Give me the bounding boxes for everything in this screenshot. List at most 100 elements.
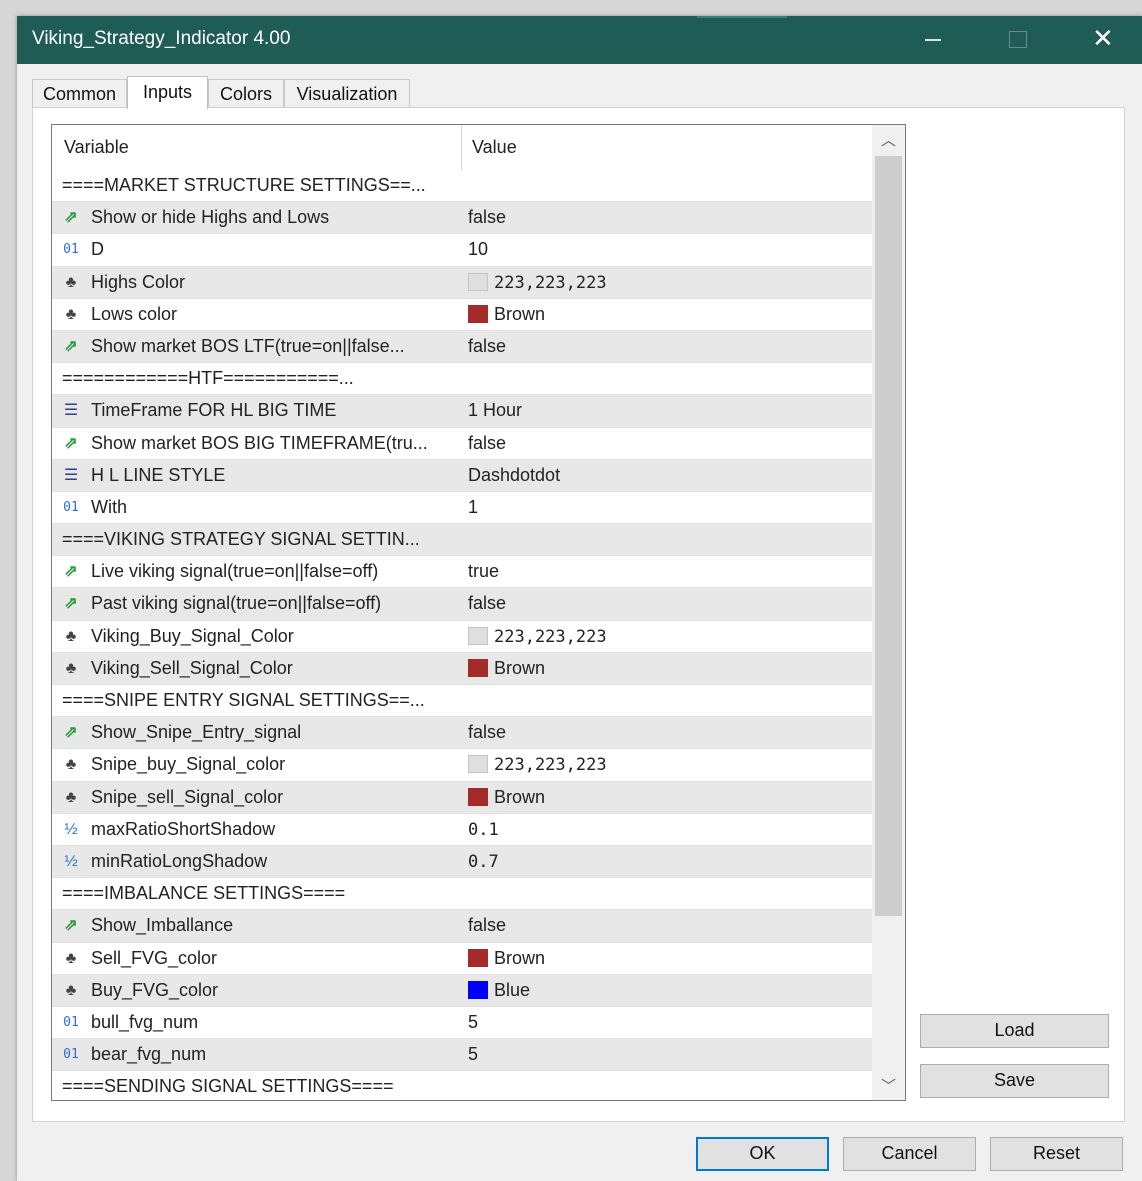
- variable-value[interactable]: false: [468, 207, 506, 228]
- variable-name: TimeFrame FOR HL BIG TIME: [91, 400, 337, 421]
- input-row[interactable]: ☰ H L LINE STYLE Dashdotdot: [52, 459, 872, 492]
- input-row[interactable]: ⇗ Show or hide Highs and Lows false: [52, 202, 872, 235]
- value-column-header[interactable]: Value: [472, 137, 517, 158]
- variable-value[interactable]: false: [468, 433, 506, 454]
- color-swatch: [468, 272, 488, 291]
- input-row[interactable]: ♣ Buy_FVG_color Blue: [52, 974, 872, 1007]
- variable-value[interactable]: false: [468, 593, 506, 614]
- variable-name: Buy_FVG_color: [91, 979, 219, 1000]
- value-text: 223,223,223: [494, 755, 607, 776]
- variable-value[interactable]: 5: [468, 1012, 478, 1033]
- input-row[interactable]: 01 D 10: [52, 234, 872, 267]
- ok-button[interactable]: OK: [696, 1137, 829, 1171]
- tab-visualization[interactable]: Visualization: [284, 79, 410, 108]
- scroll-down-icon[interactable]: ﹀: [881, 1075, 896, 1096]
- variable-value[interactable]: 223,223,223: [468, 755, 607, 775]
- reset-button[interactable]: Reset: [990, 1137, 1123, 1171]
- value-text: 223,223,223: [494, 626, 607, 647]
- integer-icon: 01: [63, 242, 79, 258]
- input-row[interactable]: ♣ Viking_Buy_Signal_Color 223,223,223: [52, 620, 872, 653]
- color-palette-icon: ♣: [65, 756, 77, 774]
- input-row[interactable]: ☰ TimeFrame FOR HL BIG TIME 1 Hour: [52, 395, 872, 428]
- variable-name: minRatioLongShadow: [91, 850, 268, 871]
- variable-value[interactable]: 0.7: [468, 852, 499, 872]
- input-row[interactable]: 01 bear_fvg_num 5: [52, 1039, 872, 1072]
- variable-value[interactable]: Blue: [468, 980, 530, 1001]
- boolean-icon: ⇗: [64, 595, 78, 613]
- section-row[interactable]: ====IMBALANCE SETTINGS====: [52, 878, 872, 911]
- input-row[interactable]: ⇗ Show_Imballance false: [52, 910, 872, 943]
- input-row[interactable]: ⇗ Past viking signal(true=on||false=off) f…: [52, 588, 872, 621]
- variable-name: With: [91, 496, 127, 517]
- tab-colors[interactable]: Colors: [208, 79, 284, 108]
- variable-value[interactable]: Brown: [468, 658, 545, 679]
- value-text: Brown: [494, 786, 546, 807]
- tab-common[interactable]: Common: [32, 79, 127, 108]
- variable-name: bull_fvg_num: [91, 1011, 199, 1032]
- variable-value[interactable]: Dashdotdot: [468, 465, 560, 486]
- variable-name: Show_Imballance: [91, 915, 234, 936]
- tab-inputs[interactable]: Inputs: [127, 76, 208, 109]
- color-palette-icon: ♣: [65, 305, 77, 323]
- variable-name: H L LINE STYLE: [91, 464, 226, 485]
- input-row[interactable]: ♣ Viking_Sell_Signal_Color Brown: [52, 652, 872, 685]
- variable-value[interactable]: false: [468, 915, 506, 936]
- vertical-scrollbar[interactable]: ︿ ﹀: [872, 125, 905, 1100]
- input-row[interactable]: 01 bull_fvg_num 5: [52, 1006, 872, 1040]
- title-bar[interactable]: Viking_Strategy_Indicator 4.00 ✕: [17, 16, 1142, 64]
- input-row[interactable]: ♣ Snipe_sell_Signal_color Brown: [52, 781, 872, 814]
- variable-value[interactable]: 1 Hour: [468, 400, 522, 421]
- color-palette-icon: ♣: [65, 627, 77, 645]
- maximize-button[interactable]: [989, 16, 1047, 64]
- color-palette-icon: ♣: [65, 949, 77, 967]
- boolean-icon: ⇗: [64, 337, 78, 355]
- input-row[interactable]: ⇗ Live viking signal(true=on||false=off) t…: [52, 556, 872, 589]
- boolean-icon: ⇗: [64, 724, 78, 742]
- input-row[interactable]: ½ maxRatioShortShadow 0.1: [52, 813, 872, 846]
- variable-column-header[interactable]: Variable: [64, 137, 129, 158]
- section-row[interactable]: ====SENDING SIGNAL SETTINGS====: [52, 1071, 872, 1100]
- variable-value[interactable]: 0.1: [468, 820, 499, 840]
- input-row[interactable]: ⇗ Show market BOS LTF(true=on||false... fa…: [52, 330, 872, 364]
- variable-value[interactable]: false: [468, 336, 506, 357]
- variable-value[interactable]: Brown: [468, 787, 545, 808]
- value-text: 223,223,223: [494, 272, 607, 293]
- variable-value[interactable]: Brown: [468, 304, 545, 325]
- close-icon: ✕: [1092, 23, 1114, 53]
- input-row[interactable]: ♣ Lows color Brown: [52, 298, 872, 331]
- input-row[interactable]: ½ minRatioLongShadow 0.7: [52, 845, 872, 879]
- input-row[interactable]: ♣ Sell_FVG_color Brown: [52, 942, 872, 975]
- variable-value[interactable]: 1: [468, 497, 478, 518]
- fraction-icon: ½: [64, 852, 78, 870]
- scrollbar-thumb[interactable]: [875, 156, 902, 916]
- input-row[interactable]: 01 With 1: [52, 491, 872, 525]
- section-row[interactable]: ====MARKET STRUCTURE SETTINGS==...: [52, 170, 872, 203]
- variable-value[interactable]: 10: [468, 239, 488, 260]
- load-button[interactable]: Load: [920, 1014, 1109, 1048]
- scroll-up-icon[interactable]: ︿: [881, 129, 896, 150]
- variable-value[interactable]: false: [468, 722, 506, 743]
- input-row[interactable]: ⇗ Show market BOS BIG TIMEFRAME(tru... fal…: [52, 427, 872, 460]
- section-row[interactable]: ====SNIPE ENTRY SIGNAL SETTINGS==...: [52, 685, 872, 718]
- color-swatch: [468, 948, 488, 967]
- indicator-properties-dialog: Viking_Strategy_Indicator 4.00 ✕ Common …: [17, 16, 1142, 1181]
- variable-value[interactable]: true: [468, 561, 499, 582]
- section-row[interactable]: ============HTF===========...: [52, 363, 872, 396]
- variable-value[interactable]: 223,223,223: [468, 272, 607, 293]
- section-row[interactable]: ====VIKING STRATEGY SIGNAL SETTIN...: [52, 524, 872, 557]
- input-row[interactable]: ♣ Snipe_buy_Signal_color 223,223,223: [52, 749, 872, 782]
- close-button[interactable]: ✕: [1073, 16, 1131, 64]
- variable-value[interactable]: 223,223,223: [468, 626, 607, 647]
- integer-icon: 01: [63, 499, 79, 515]
- variable-value[interactable]: Brown: [468, 948, 545, 969]
- variable-name: Viking_Sell_Signal_Color: [91, 657, 293, 678]
- variable-name: Show market BOS LTF(true=on||false...: [91, 335, 405, 356]
- minimize-button[interactable]: [903, 16, 961, 64]
- value-text: Brown: [494, 947, 546, 968]
- variable-value[interactable]: 5: [468, 1044, 478, 1065]
- input-row[interactable]: ⇗ Show_Snipe_Entry_signal false: [52, 717, 872, 750]
- cancel-button[interactable]: Cancel: [843, 1137, 976, 1171]
- save-button[interactable]: Save: [920, 1064, 1109, 1098]
- variable-name: ====MARKET STRUCTURE SETTINGS==...: [62, 175, 426, 195]
- input-row[interactable]: ♣ Highs Color 223,223,223: [52, 266, 872, 299]
